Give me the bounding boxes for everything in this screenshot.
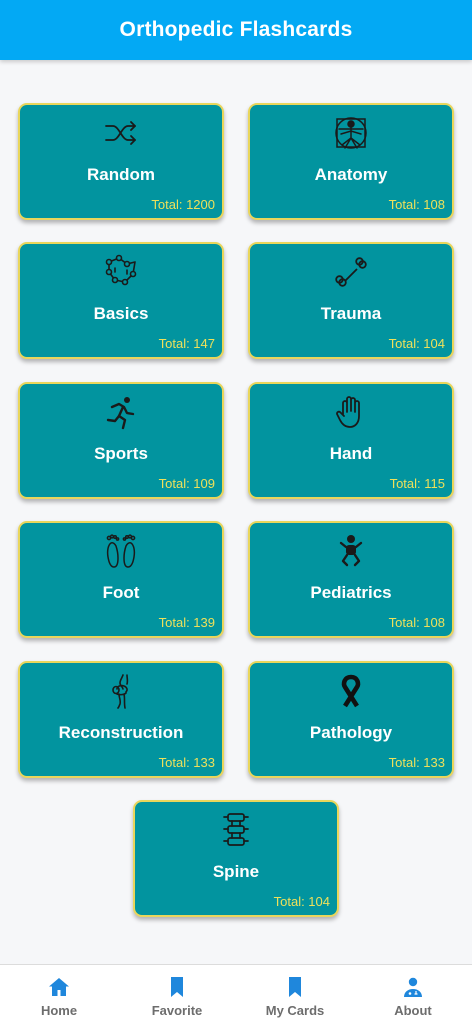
spine-icon (135, 812, 337, 848)
page-title: Orthopedic Flashcards (119, 18, 353, 41)
category-card-basics[interactable]: Basics Total: 147 (18, 242, 224, 359)
category-total: Total: 104 (273, 894, 330, 909)
app-bar: Orthopedic Flashcards (0, 0, 472, 60)
bookmark-icon (289, 977, 301, 997)
category-name: Anatomy (314, 165, 388, 184)
category-card-random[interactable]: Random Total: 1200 (18, 103, 224, 220)
category-card-anatomy[interactable]: Anatomy Total: 108 (248, 103, 454, 220)
category-name: Hand (329, 444, 373, 463)
category-name: Reconstruction (58, 723, 184, 742)
category-total: Total: 108 (388, 615, 445, 630)
category-card-sports[interactable]: Sports Total: 109 (18, 382, 224, 499)
category-card-reconstruction[interactable]: Reconstruction Total: 133 (18, 661, 224, 778)
running-person-icon (20, 394, 222, 430)
category-card-spine[interactable]: Spine Total: 104 (133, 800, 339, 917)
category-total: Total: 115 (389, 476, 445, 491)
home-icon (49, 978, 69, 996)
category-name: Basics (93, 304, 149, 323)
nav-home[interactable]: Home (0, 965, 118, 1024)
atom-molecule-icon (20, 254, 222, 290)
category-card-hand[interactable]: Hand Total: 115 (248, 382, 454, 499)
knee-joint-icon (20, 673, 222, 709)
nav-label: My Cards (265, 1003, 325, 1018)
category-card-trauma[interactable]: Trauma Total: 104 (248, 242, 454, 359)
category-total: Total: 139 (158, 615, 215, 630)
bottom-navigation: Home Favorite My Cards About (0, 964, 472, 1024)
awareness-ribbon-icon (250, 673, 452, 709)
category-total: Total: 133 (158, 755, 215, 770)
doctor-icon (404, 977, 422, 997)
category-name: Trauma (320, 304, 382, 323)
category-total: Total: 147 (158, 336, 215, 351)
nav-favorite[interactable]: Favorite (118, 965, 236, 1024)
nav-about[interactable]: About (354, 965, 472, 1024)
nav-label: Favorite (151, 1003, 203, 1018)
nav-label: About (394, 1003, 432, 1018)
hand-icon (250, 394, 452, 430)
nav-my-cards[interactable]: My Cards (236, 965, 354, 1024)
shuffle-icon (20, 115, 222, 151)
footprints-icon (20, 533, 222, 569)
category-name: Pediatrics (310, 583, 392, 602)
vitruvian-man-icon (250, 115, 452, 151)
category-name: Foot (102, 583, 140, 602)
nav-label: Home (40, 1003, 78, 1018)
category-card-foot[interactable]: Foot Total: 139 (18, 521, 224, 638)
bookmark-icon (171, 977, 183, 997)
category-name: Sports (94, 444, 148, 463)
bone-icon (250, 254, 452, 290)
category-name: Random (87, 165, 155, 184)
category-total: Total: 109 (158, 476, 215, 491)
category-card-pathology[interactable]: Pathology Total: 133 (248, 661, 454, 778)
baby-icon (250, 533, 452, 569)
category-total: Total: 104 (388, 336, 445, 351)
category-total: Total: 108 (388, 197, 445, 212)
category-name: Spine (212, 862, 260, 881)
category-total: Total: 1200 (151, 197, 215, 212)
category-total: Total: 133 (388, 755, 445, 770)
category-name: Pathology (309, 723, 393, 742)
category-card-pediatrics[interactable]: Pediatrics Total: 108 (248, 521, 454, 638)
